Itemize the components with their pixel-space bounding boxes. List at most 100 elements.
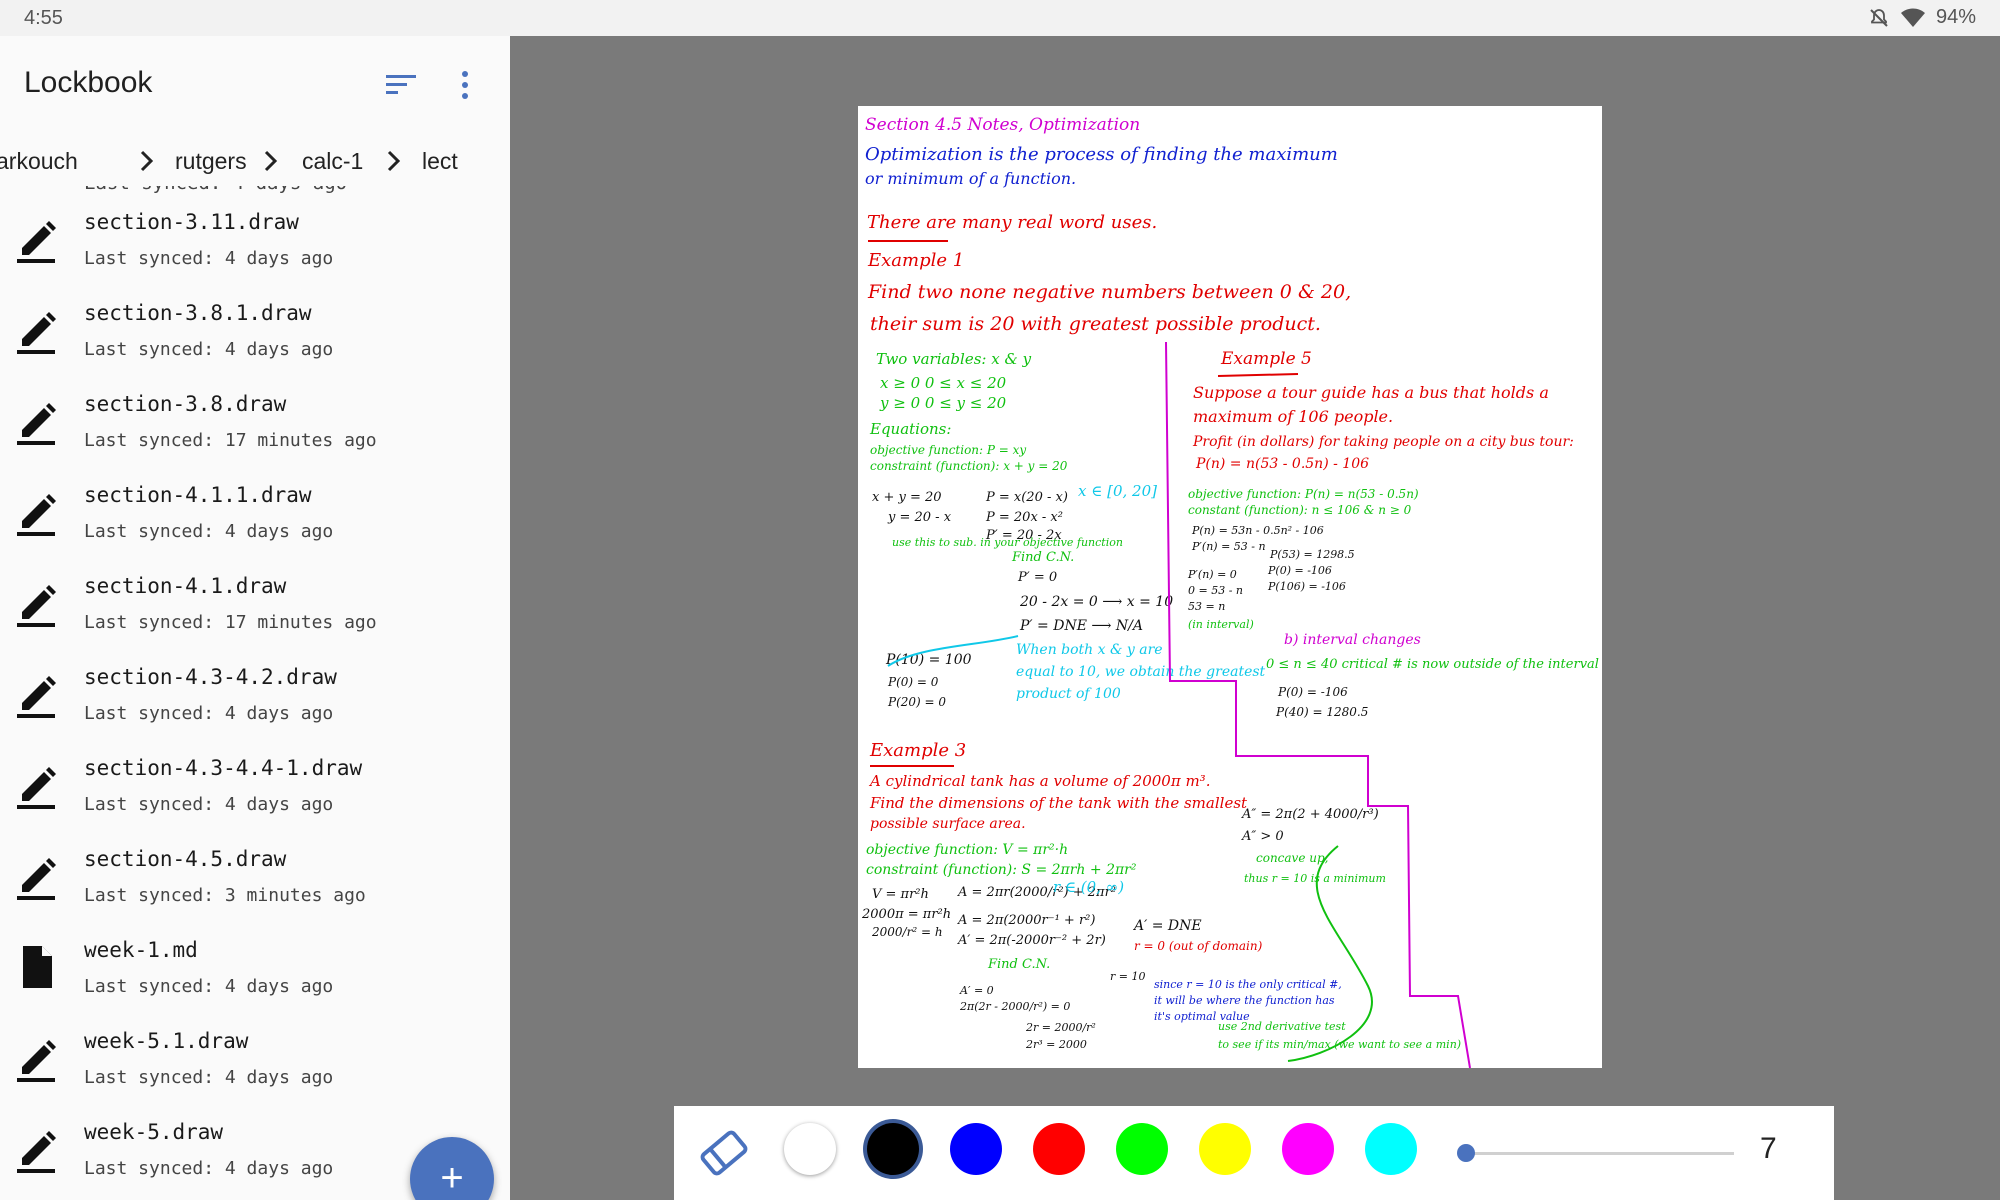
- note-line: Find C.N.: [987, 957, 1050, 972]
- file-name: section-4.5.draw: [84, 847, 287, 871]
- eraser-icon[interactable]: [696, 1128, 752, 1178]
- app-bar: Lockbook: [0, 36, 510, 136]
- note-line: 53 = n: [1188, 600, 1225, 613]
- note-line: P′(n) = 53 - n: [1191, 540, 1266, 553]
- note-line: objective function: P(n) = n(53 - 0.5n): [1188, 487, 1419, 501]
- file-name: week-1.md: [84, 938, 198, 962]
- sort-icon[interactable]: [384, 70, 420, 100]
- color-swatch-magenta[interactable]: [1282, 1123, 1334, 1175]
- note-line: possible surface area.: [870, 816, 1026, 832]
- color-swatch-black[interactable]: [867, 1123, 919, 1175]
- more-options-icon[interactable]: [450, 68, 480, 102]
- note-line: Optimization is the process of finding t…: [865, 144, 1338, 165]
- breadcrumb-item[interactable]: arkouch: [0, 148, 78, 175]
- file-name: section-3.11.draw: [84, 210, 299, 234]
- chevron-right-icon: [140, 150, 154, 172]
- drawing-toolbar: 7: [674, 1106, 1834, 1200]
- color-swatch-blue[interactable]: [950, 1123, 1002, 1175]
- note-line: constraint (function): x + y = 20: [870, 459, 1068, 473]
- note-line: P(n) = 53n - 0.5n² - 106: [1191, 524, 1324, 537]
- handwritten-notes: Section 4.5 Notes, Optimization Optimizat…: [861, 115, 1599, 1068]
- note-line: or minimum of a function.: [865, 169, 1076, 188]
- status-bar: 4:55 94%: [0, 0, 2000, 36]
- draw-icon: [14, 305, 60, 355]
- draw-icon: [14, 396, 60, 446]
- color-swatch-green[interactable]: [1116, 1123, 1168, 1175]
- note-line: 0 ≤ n ≤ 40 critical # is now outside of …: [1266, 657, 1599, 672]
- note-line: P = x(20 - x): [985, 490, 1068, 505]
- add-file-button[interactable]: +: [410, 1137, 494, 1200]
- note-line: Find two none negative numbers between 0…: [867, 281, 1351, 303]
- note-line: Find C.N.: [1011, 550, 1074, 565]
- file-sidebar: Lockbook arkouch rutgers calc-1 lect Las…: [0, 36, 510, 1200]
- file-name: section-4.1.draw: [84, 574, 287, 598]
- draw-icon: [14, 214, 60, 264]
- note-line: use 2nd derivative test: [1218, 1020, 1346, 1033]
- file-list-item[interactable]: section-3.8.1.draw Last synced: 4 days ag…: [0, 287, 510, 377]
- file-list-item[interactable]: week-1.md Last synced: 4 days ago: [0, 924, 510, 1014]
- note-line: A = 2π(2000r⁻¹ + r²): [957, 913, 1095, 928]
- note-line: P(0) = 0: [887, 675, 939, 689]
- file-name: week-5.1.draw: [84, 1029, 249, 1053]
- breadcrumb-item[interactable]: rutgers: [175, 148, 247, 175]
- status-right: 94%: [1868, 6, 1976, 29]
- note-line: 2000/r² = h: [871, 925, 943, 939]
- file-list-item[interactable]: section-4.5.draw Last synced: 3 minutes a…: [0, 833, 510, 923]
- note-line: P′ = 20 - 2x: [985, 528, 1062, 543]
- file-list-item[interactable]: section-3.8.draw Last synced: 17 minutes …: [0, 378, 510, 468]
- note-line: When both x & y are: [1016, 642, 1163, 658]
- color-swatch-white[interactable]: [784, 1123, 836, 1175]
- stroke-width-slider[interactable]: [1464, 1152, 1734, 1155]
- partial-row-subtitle: Last synced: 4 days ago: [84, 186, 347, 194]
- file-list-item[interactable]: section-3.11.draw Last synced: 4 days ago: [0, 196, 510, 286]
- add-icon: +: [440, 1156, 464, 1200]
- file-list-item[interactable]: section-4.3-4.4-1.draw Last synced: 4 day…: [0, 742, 510, 832]
- breadcrumb-item[interactable]: lect: [422, 148, 458, 175]
- file-name: section-4.1.1.draw: [84, 483, 312, 507]
- note-line: P(0) = -106: [1277, 685, 1348, 699]
- note-line: 0 = 53 - n: [1188, 584, 1243, 597]
- file-list-item[interactable]: section-4.1.draw Last synced: 17 minutes …: [0, 560, 510, 650]
- note-line: P(53) = 1298.5: [1269, 548, 1355, 561]
- stroke-width-slider-thumb[interactable]: [1457, 1144, 1475, 1162]
- notifications-off-icon: [1870, 8, 1888, 27]
- note-line: Two variables: x & y: [876, 350, 1032, 368]
- note-line: Profit (in dollars) for taking people on…: [1192, 434, 1574, 450]
- draw-icon: [14, 487, 60, 537]
- file-list-item[interactable]: section-4.1.1.draw Last synced: 4 days ag…: [0, 469, 510, 559]
- file-last-synced: Last synced: 17 minutes ago: [84, 612, 377, 633]
- note-line: P′ = DNE ⟶ N/A: [1019, 618, 1143, 634]
- note-line: 2r = 2000/r²: [1025, 1021, 1096, 1034]
- drawing-page[interactable]: Section 4.5 Notes, Optimization Optimizat…: [858, 106, 1602, 1068]
- color-swatch-red[interactable]: [1033, 1123, 1085, 1175]
- note-line: Section 4.5 Notes, Optimization: [865, 115, 1140, 135]
- note-line: A″ > 0: [1241, 829, 1284, 844]
- file-list-item[interactable]: section-4.3-4.2.draw Last synced: 4 days …: [0, 651, 510, 741]
- draw-icon: [14, 669, 60, 719]
- note-line: There are many real word uses.: [867, 212, 1157, 233]
- file-name: section-4.3-4.2.draw: [84, 665, 337, 689]
- draw-icon: [14, 1033, 60, 1083]
- note-line: A′ = 0: [959, 984, 994, 997]
- note-line: A′ = DNE: [1132, 918, 1202, 934]
- draw-icon: [14, 1124, 60, 1174]
- chevron-right-icon: [387, 150, 401, 172]
- breadcrumb-item[interactable]: calc-1: [302, 148, 363, 175]
- note-line: concave up,: [1256, 851, 1328, 865]
- note-line: P(20) = 0: [887, 695, 946, 709]
- file-last-synced: Last synced: 4 days ago: [84, 339, 334, 360]
- note-line: P(n) = n(53 - 0.5n) - 106: [1195, 456, 1369, 472]
- color-swatch-cyan[interactable]: [1365, 1123, 1417, 1175]
- note-line: r = 10: [1110, 970, 1145, 983]
- file-last-synced: Last synced: 17 minutes ago: [84, 430, 377, 451]
- file-last-synced: Last synced: 4 days ago: [84, 1158, 334, 1179]
- note-line: 20 - 2x = 0 ⟶ x = 10: [1019, 594, 1173, 610]
- file-name: week-5.draw: [84, 1120, 224, 1144]
- color-swatch-yellow[interactable]: [1199, 1123, 1251, 1175]
- app-title: Lockbook: [24, 66, 153, 99]
- note-line: thus r = 10 is a minimum: [1244, 872, 1386, 885]
- note-line: P′ = 0: [1017, 570, 1057, 585]
- note-line: P(0) = -106: [1267, 564, 1332, 577]
- document-icon: [14, 942, 60, 992]
- file-list-item[interactable]: week-5.1.draw Last synced: 4 days ago: [0, 1015, 510, 1105]
